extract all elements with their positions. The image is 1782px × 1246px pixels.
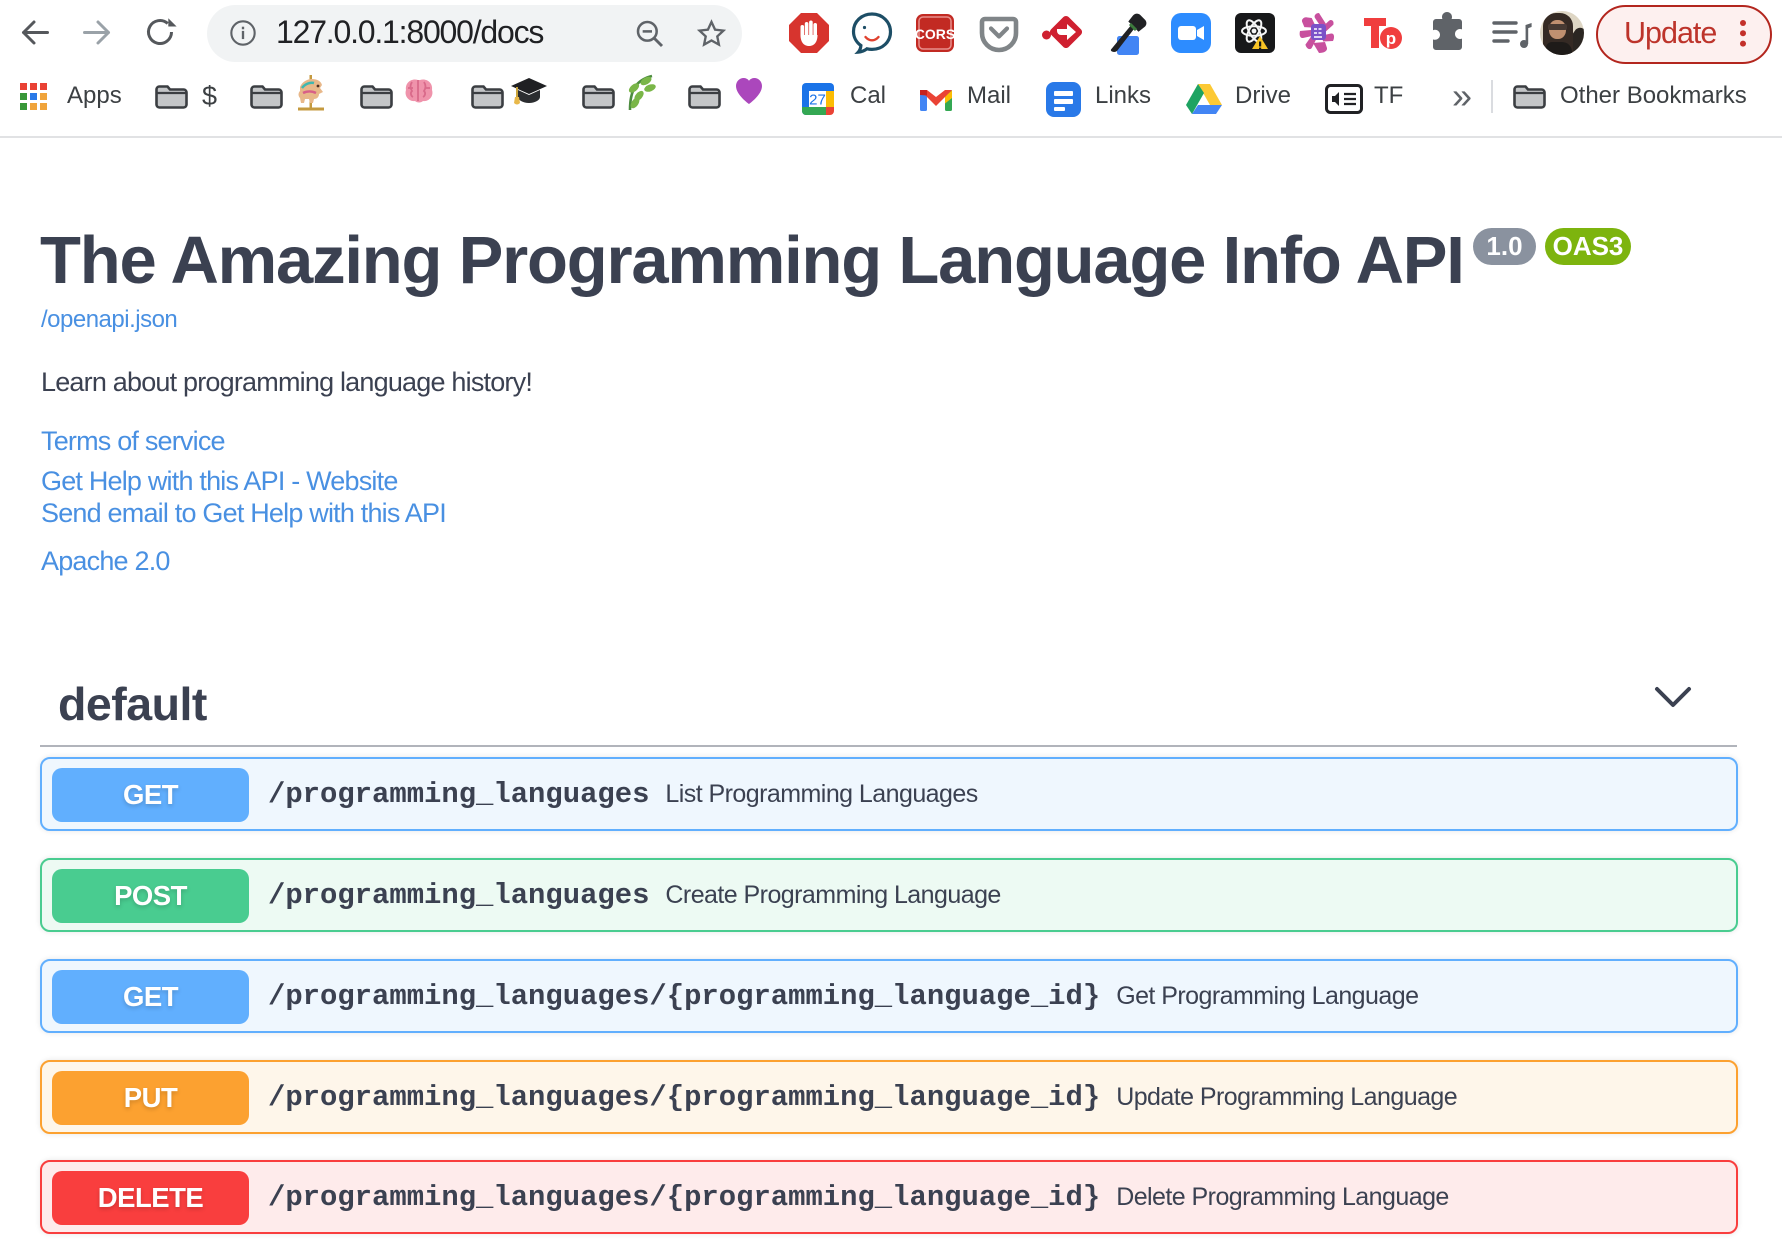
svg-text:p: p — [1386, 29, 1396, 48]
svg-text:27: 27 — [809, 92, 826, 109]
svg-text:CORS: CORS — [915, 26, 955, 42]
